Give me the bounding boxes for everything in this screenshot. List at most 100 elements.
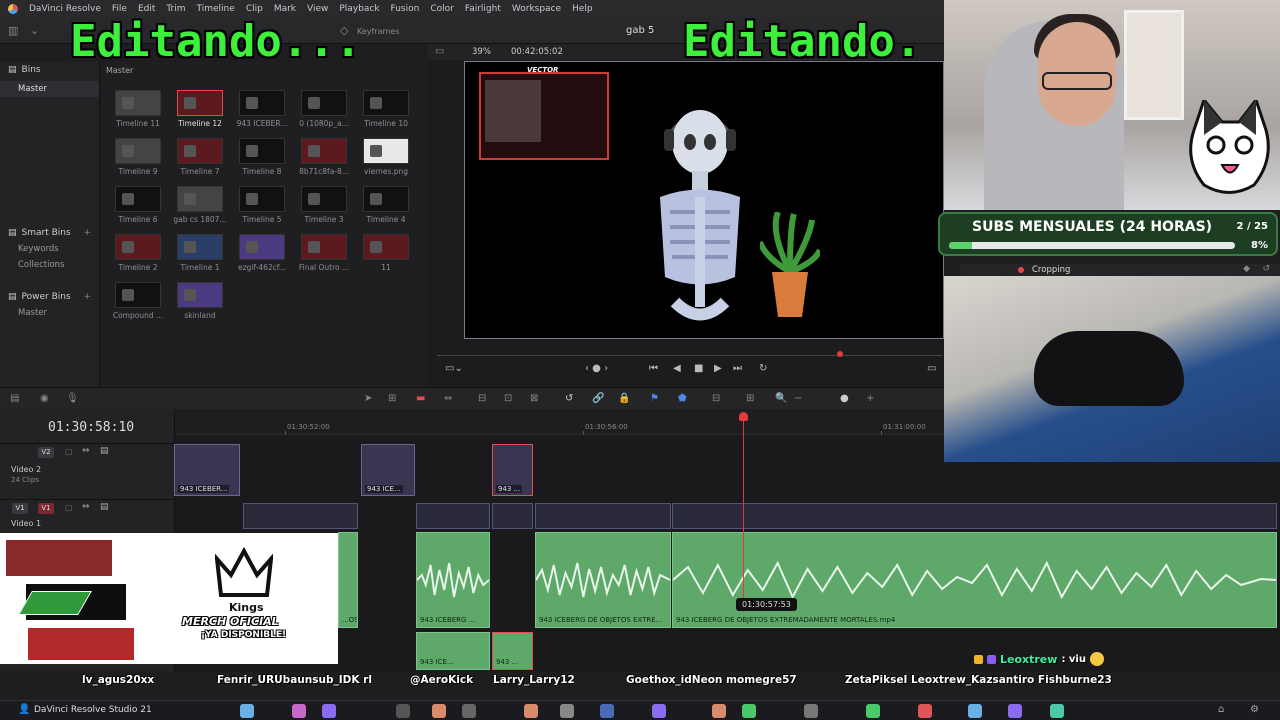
track-v1-autoselect-icon[interactable]: ⇔: [82, 502, 90, 512]
zoom-fit-icon[interactable]: ⊟: [712, 393, 720, 404]
marker-icon[interactable]: ⬟: [678, 393, 687, 404]
timeline-view-icon[interactable]: ▤: [10, 393, 19, 404]
taskbar-app-icon[interactable]: [712, 704, 726, 718]
media-pool-clip[interactable]: 8b71c8fa-8...: [294, 138, 354, 176]
selection-tool-icon[interactable]: ➤: [364, 393, 372, 404]
power-bins-header[interactable]: ▤ Power Bins +: [0, 289, 99, 305]
menu-file[interactable]: File: [112, 4, 127, 14]
media-pool-clip[interactable]: Timeline 11: [108, 90, 168, 128]
add-power-bin-icon[interactable]: +: [83, 292, 91, 302]
media-pool-clip[interactable]: Final Outro ...: [294, 234, 354, 272]
viewer-canvas[interactable]: VECTOR: [464, 61, 944, 339]
smart-bins-header[interactable]: ▤ Smart Bins +: [0, 225, 99, 241]
viewer-playhead[interactable]: [837, 351, 843, 357]
menu-trim[interactable]: Trim: [166, 4, 185, 14]
audio-meter-icon[interactable]: ◉: [40, 393, 49, 404]
viewer-scrub-bar[interactable]: [437, 355, 942, 356]
menu-fairlight[interactable]: Fairlight: [465, 4, 501, 14]
menu-color[interactable]: Color: [430, 4, 454, 14]
timeline-clip-v2-selected[interactable]: 943 ...: [492, 444, 533, 496]
replace-clip-icon[interactable]: ⊠: [530, 393, 538, 404]
overwrite-clip-icon[interactable]: ⊡: [504, 393, 512, 404]
jog-wheel-icon[interactable]: ‹ ● ›: [585, 363, 608, 374]
skip-to-end-icon[interactable]: ⏭: [733, 363, 742, 374]
user-icon[interactable]: 👤: [18, 704, 30, 715]
smart-bin-keywords[interactable]: Keywords: [0, 241, 99, 257]
taskbar-app-icon[interactable]: [968, 704, 982, 718]
taskbar-app-icon[interactable]: [462, 704, 476, 718]
lock-icon[interactable]: 🔒: [618, 393, 630, 404]
taskbar-app-icon[interactable]: [652, 704, 666, 718]
track-v2-autoselect-icon[interactable]: ⇔: [82, 446, 90, 456]
menu-fusion[interactable]: Fusion: [391, 4, 420, 14]
timeline-clip-audio2[interactable]: 943 ICE...: [416, 632, 490, 670]
stop-icon[interactable]: ■: [694, 363, 703, 374]
taskbar-app-icon[interactable]: [918, 704, 932, 718]
timeline-clip-v1[interactable]: [416, 503, 490, 529]
media-pool-clip[interactable]: Timeline 9: [108, 138, 168, 176]
zoom-out-icon[interactable]: −: [794, 393, 802, 404]
media-pool-clip[interactable]: viernes.png: [356, 138, 416, 176]
diamond-icon[interactable]: ◆: [1243, 264, 1250, 274]
track-v1-visibility-icon[interactable]: ▤: [100, 502, 109, 512]
keyframes-tab[interactable]: Keyframes: [357, 27, 399, 36]
reset-icon[interactable]: ↺: [1262, 264, 1270, 274]
media-pool-clip[interactable]: 0 (1080p_a...: [294, 90, 354, 128]
media-pool-clip[interactable]: Timeline 10: [356, 90, 416, 128]
snapping-icon[interactable]: ↺: [565, 393, 573, 404]
menu-mark[interactable]: Mark: [274, 4, 296, 14]
link-icon[interactable]: 🔗: [592, 393, 604, 404]
menu-clip[interactable]: Clip: [246, 4, 263, 14]
timeline-clip-audio[interactable]: 943 ICEBERG DE OBJETOS EXTRE...: [535, 532, 671, 628]
timeline-clip-audio[interactable]: 943 ICEBERG DE OBJETOS EXTREMADAMENTE MO…: [672, 532, 1277, 628]
media-pool-clip[interactable]: Timeline 6: [108, 186, 168, 224]
taskbar-app-icon[interactable]: [432, 704, 446, 718]
trim-tool-icon[interactable]: ⊞: [388, 393, 396, 404]
track-v1-lock-icon[interactable]: ▢: [65, 503, 73, 512]
smart-bin-collections[interactable]: Collections: [0, 257, 99, 273]
taskbar-davinci-icon[interactable]: [600, 704, 614, 718]
media-pool-clip[interactable]: Timeline 12: [170, 90, 230, 128]
media-pool-clip[interactable]: ezgif-462cf...: [232, 234, 292, 272]
media-pool-clip[interactable]: 943 ICEBER...: [232, 90, 292, 128]
loop-icon[interactable]: ↻: [759, 363, 767, 374]
taskbar-app-icon[interactable]: [524, 704, 538, 718]
flag-icon[interactable]: ⚑: [650, 393, 659, 404]
inspector-cropping-row[interactable]: Cropping ◆ ↺: [960, 264, 1280, 276]
track-v2-badge[interactable]: V2: [38, 447, 54, 458]
zoom-magnifier-icon[interactable]: 🔍: [775, 393, 787, 404]
home-icon[interactable]: ⌂: [1218, 704, 1224, 715]
media-pool-clip[interactable]: Timeline 7: [170, 138, 230, 176]
timeline-clip-v1[interactable]: [243, 503, 358, 529]
timeline-clip-v1[interactable]: [672, 503, 1277, 529]
menu-playback[interactable]: Playback: [339, 4, 379, 14]
taskbar-app-icon[interactable]: [292, 704, 306, 718]
menu-timeline[interactable]: Timeline: [197, 4, 235, 14]
add-smart-bin-icon[interactable]: +: [83, 228, 91, 238]
zoom-level[interactable]: 39%: [472, 47, 491, 57]
dynamic-trim-icon[interactable]: ⇔: [444, 393, 452, 404]
panel-toggle-icon[interactable]: ▥: [8, 24, 22, 37]
timeline-clip-v1[interactable]: [492, 503, 533, 529]
menu-workspace[interactable]: Workspace: [512, 4, 561, 14]
media-pool-clip[interactable]: Compound ...: [108, 282, 168, 320]
media-pool-clip[interactable]: 11: [356, 234, 416, 272]
media-pool-clip[interactable]: skinland: [170, 282, 230, 320]
taskbar-app-label[interactable]: DaVinci Resolve Studio 21: [34, 705, 152, 715]
media-pool-clip[interactable]: Timeline 8: [232, 138, 292, 176]
play-icon[interactable]: ▶: [714, 363, 722, 374]
track-v1-badge[interactable]: V1: [38, 503, 54, 514]
timeline-clip-audio[interactable]: ...OS: [338, 532, 358, 628]
menu-view[interactable]: View: [307, 4, 328, 14]
timeline-playhead[interactable]: [743, 416, 744, 612]
power-bin-master[interactable]: Master: [0, 305, 99, 321]
taskbar-app-icon[interactable]: [742, 704, 756, 718]
media-pool-clip[interactable]: Timeline 2: [108, 234, 168, 272]
timeline-clip-audio[interactable]: 943 ICEBERG ...: [416, 532, 490, 628]
timeline-clip-v2[interactable]: 943 ICEBER...: [174, 444, 240, 496]
track-header-v1[interactable]: V1 V1 ▢ ⇔ ▤ Video 1: [0, 499, 175, 529]
cropping-enabled-dot[interactable]: [1018, 267, 1024, 273]
play-reverse-icon[interactable]: ◀: [673, 363, 681, 374]
zoom-in-icon[interactable]: +: [866, 393, 874, 404]
track-header-v2[interactable]: V2 ▢ ⇔ ▤ Video 2 24 Clips: [0, 443, 175, 499]
